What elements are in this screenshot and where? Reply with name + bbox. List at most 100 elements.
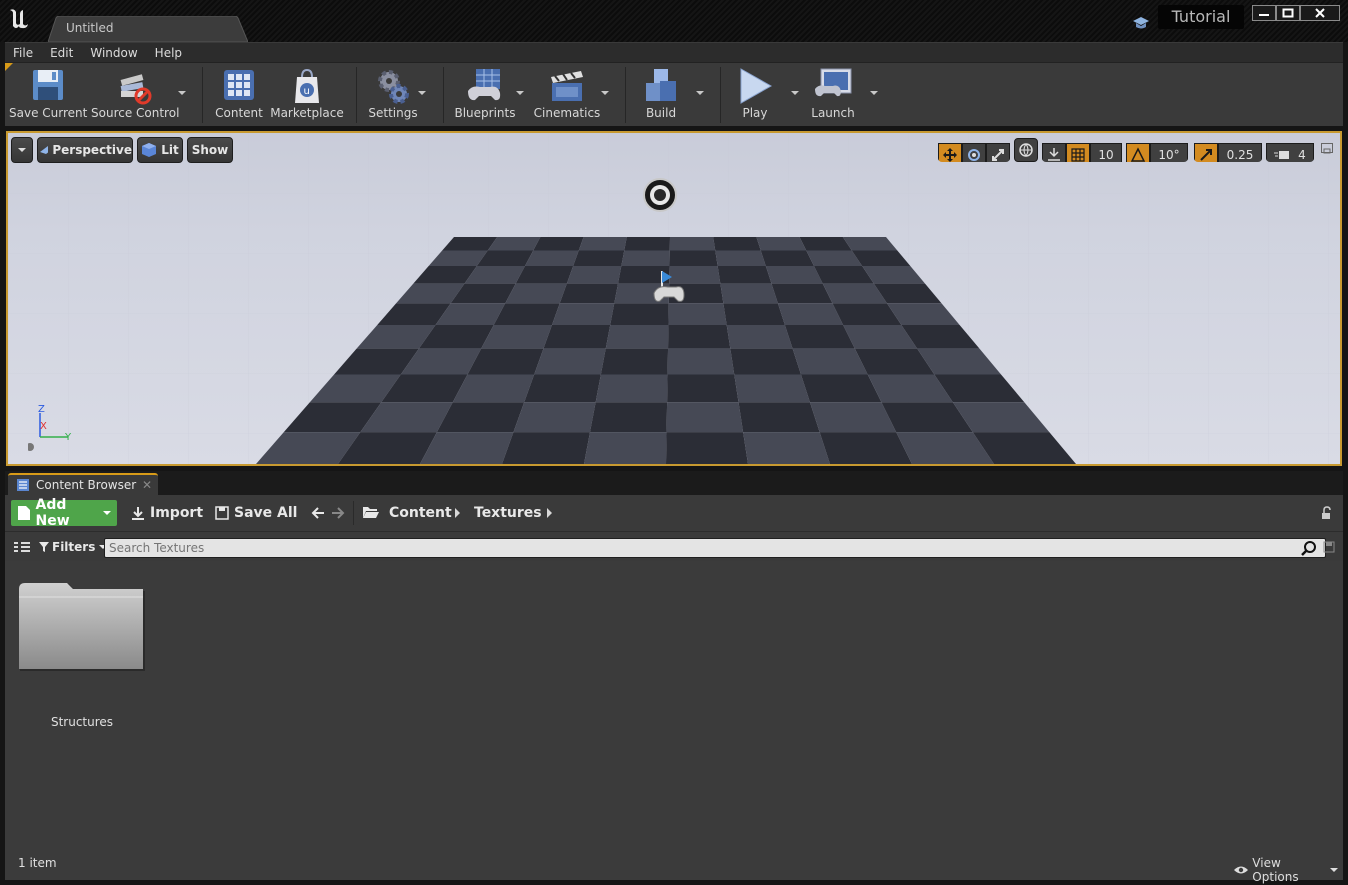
source-control-button[interactable]: Source Control <box>91 65 179 123</box>
axis-z-label: Z <box>38 405 45 415</box>
scale-tool-button[interactable] <box>986 143 1010 162</box>
floor-tile <box>771 283 833 304</box>
view-options-button[interactable]: View Options <box>1233 856 1343 884</box>
floor-tile <box>717 266 772 284</box>
world-local-toggle[interactable] <box>1014 138 1038 162</box>
menu-help[interactable]: Help <box>147 46 191 60</box>
content-browser-tab[interactable]: Content Browser ✕ <box>8 473 158 495</box>
rotation-snap-toggle[interactable] <box>1126 143 1150 162</box>
item-count: 1 item <box>18 856 57 870</box>
camera-speed-button[interactable]: 4 <box>1266 143 1314 162</box>
content-button[interactable]: Content <box>213 65 265 123</box>
close-tab-icon[interactable]: ✕ <box>142 478 152 492</box>
maximize-viewport-button[interactable] <box>1321 143 1333 154</box>
perspective-label: Perspective <box>52 143 132 157</box>
breadcrumb-separator-icon[interactable] <box>455 508 460 518</box>
add-new-button[interactable]: Add New <box>11 497 117 529</box>
rotation-snap-value[interactable]: 10° <box>1150 143 1188 162</box>
filters-button[interactable]: Filters <box>39 540 108 554</box>
menu-window[interactable]: Window <box>82 46 146 60</box>
viewport-options-button[interactable] <box>11 137 33 163</box>
settings-button[interactable]: Settings <box>365 65 421 123</box>
floor-tile <box>666 432 748 464</box>
grid-snap-value[interactable]: 10 <box>1090 143 1122 162</box>
marketplace-button[interactable]: u Marketplace <box>269 65 345 123</box>
menu-bar: File Edit Window Help <box>5 42 1343 62</box>
rotate-tool-button[interactable] <box>962 143 986 162</box>
floor-tile <box>493 303 560 325</box>
sources-panel-icon[interactable] <box>13 541 31 555</box>
build-dropdown-arrow[interactable] <box>696 91 704 95</box>
launch-button[interactable]: Launch <box>805 65 861 123</box>
perspective-camera-icon <box>40 146 49 154</box>
breadcrumb-textures[interactable]: Textures <box>474 505 542 521</box>
floor-tile <box>730 348 801 375</box>
floor-tile <box>666 402 744 433</box>
import-button[interactable]: Import <box>131 500 203 526</box>
breadcrumb-content[interactable]: Content <box>389 505 452 521</box>
launch-dropdown-arrow[interactable] <box>870 91 878 95</box>
build-blocks-icon <box>646 69 676 101</box>
translate-tool-button[interactable] <box>938 143 962 162</box>
source-control-dropdown-arrow[interactable] <box>178 91 186 95</box>
toolbar-separator <box>720 67 721 123</box>
source-control-label: Source Control <box>91 106 180 120</box>
content-browser-toolbar: Add New Import Save All Content Textures <box>5 495 1343 531</box>
floor-tile <box>590 402 668 433</box>
unreal-logo-icon[interactable] <box>6 6 32 32</box>
floor-tile <box>800 374 882 403</box>
floor-tile <box>533 237 584 251</box>
settings-dropdown-arrow[interactable] <box>418 91 426 95</box>
maximize-button[interactable] <box>1276 5 1300 21</box>
menu-file[interactable]: File <box>5 46 42 60</box>
chevron-down-icon <box>103 511 111 515</box>
folder-tile-structures[interactable]: Structures <box>17 579 147 729</box>
grid-snap-toggle[interactable] <box>1066 143 1090 162</box>
world-info-icon <box>28 443 34 451</box>
build-button[interactable]: Build <box>635 65 687 123</box>
search-icon[interactable] <box>1301 540 1317 556</box>
menu-edit[interactable]: Edit <box>42 46 82 60</box>
save-search-icon[interactable] <box>1323 541 1335 553</box>
surface-snap-icon <box>1048 148 1060 161</box>
tutorial-hat-icon[interactable] <box>1132 14 1150 32</box>
show-button[interactable]: Show <box>187 137 233 163</box>
sky-sphere-icon <box>643 178 677 212</box>
blueprints-button[interactable]: Blueprints <box>453 65 517 123</box>
level-viewport[interactable]: Perspective Lit Show 10 10° 0.25 4 Z X Y <box>6 131 1342 466</box>
lock-icon[interactable] <box>1319 506 1333 520</box>
tutorial-button[interactable]: Tutorial <box>1158 5 1244 29</box>
toolbar-separator <box>443 67 444 123</box>
save-all-button[interactable]: Save All <box>215 500 297 526</box>
floor-tile <box>765 266 823 284</box>
minimize-button[interactable] <box>1252 5 1276 21</box>
forward-arrow-icon[interactable] <box>331 507 345 519</box>
add-new-label: Add New <box>35 497 70 529</box>
cinematics-button[interactable]: Cinematics <box>533 65 601 123</box>
save-current-button[interactable]: Save Current <box>9 65 87 123</box>
play-dropdown-arrow[interactable] <box>791 91 799 95</box>
surface-snap-button[interactable] <box>1042 143 1066 162</box>
perspective-button[interactable]: Perspective <box>37 137 133 163</box>
breadcrumb-separator-icon[interactable] <box>547 508 552 518</box>
axis-y-label: Y <box>64 432 72 443</box>
scale-snap-value[interactable]: 0.25 <box>1218 143 1262 162</box>
close-window-button[interactable] <box>1300 5 1340 21</box>
search-input[interactable] <box>104 538 1326 558</box>
content-browser-filterbar: Filters <box>5 531 1343 561</box>
document-tab[interactable]: Untitled <box>48 16 248 42</box>
floor-tile <box>777 303 844 325</box>
floor-tile <box>513 402 596 433</box>
back-arrow-icon[interactable] <box>311 507 325 519</box>
lit-button[interactable]: Lit <box>137 137 183 163</box>
toolbar-separator <box>202 67 203 123</box>
blueprints-dropdown-arrow[interactable] <box>516 91 524 95</box>
cinematics-dropdown-arrow[interactable] <box>601 91 609 95</box>
play-button[interactable]: Play <box>729 65 781 123</box>
floor-tile <box>621 250 670 267</box>
title-bar: Untitled Tutorial <box>0 0 1348 42</box>
scale-snap-toggle[interactable] <box>1194 143 1218 162</box>
maximize-icon <box>1282 8 1294 18</box>
floor-tile <box>559 283 619 304</box>
floor-tile <box>668 324 731 349</box>
